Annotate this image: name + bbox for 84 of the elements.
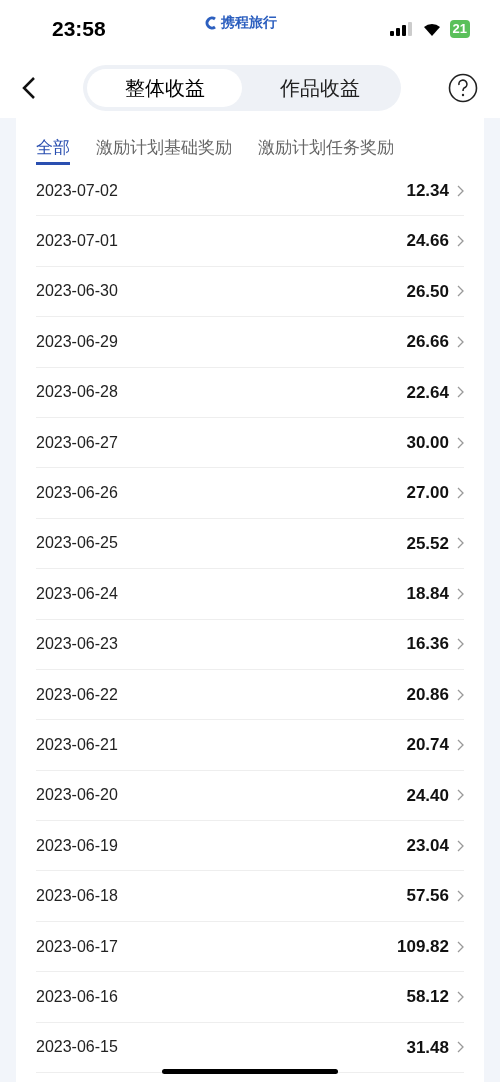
amount-text: 16.36	[406, 633, 449, 656]
segment-tab[interactable]: 作品收益	[242, 69, 397, 107]
income-row[interactable]: 2023-06-27 30.00	[36, 417, 464, 469]
filter-tab[interactable]: 全部	[36, 136, 70, 165]
amount-text: 24.66	[406, 230, 449, 253]
help-icon[interactable]	[448, 73, 478, 103]
date-text: 2023-06-16	[36, 986, 118, 1007]
date-text: 2023-07-01	[36, 231, 118, 252]
amount-text: 22.64	[406, 381, 449, 404]
date-text: 2023-06-22	[36, 684, 118, 705]
chevron-icon	[457, 638, 464, 651]
amount-text: 25.52	[406, 532, 449, 555]
chevron-icon	[457, 537, 464, 550]
chevron-icon	[457, 1041, 464, 1054]
app-label: 携程旅行	[221, 13, 277, 32]
status-time: 23:58	[52, 16, 106, 43]
date-text: 2023-06-27	[36, 432, 118, 453]
date-text: 2023-06-19	[36, 835, 118, 856]
income-row[interactable]: 2023-06-19 23.04	[36, 821, 464, 872]
chevron-icon	[457, 487, 464, 500]
amount-text: 31.48	[406, 1036, 449, 1059]
date-text: 2023-06-20	[36, 785, 118, 806]
signal-icon	[389, 22, 414, 36]
date-text: 2023-07-02	[36, 180, 118, 201]
chevron-icon	[457, 587, 464, 600]
chevron-icon	[457, 940, 464, 953]
date-text: 2023-06-30	[36, 281, 118, 302]
chevron-icon	[457, 688, 464, 701]
income-row[interactable]: 2023-06-24 18.84	[36, 569, 464, 620]
amount-text: 30.00	[406, 431, 449, 454]
filter-tab[interactable]: 激励计划基础奖励	[96, 136, 232, 160]
battery-icon: 21	[449, 20, 470, 38]
income-row[interactable]: 2023-06-30 26.50	[36, 266, 464, 318]
date-text: 2023-06-17	[36, 936, 118, 957]
amount-text: 57.56	[406, 885, 449, 908]
date-text: 2023-06-15	[36, 1037, 118, 1058]
date-text: 2023-06-21	[36, 735, 118, 755]
amount-text: 24.40	[406, 784, 449, 807]
app-logo-icon	[204, 15, 218, 30]
chevron-icon	[457, 184, 464, 197]
date-text: 2023-06-29	[36, 331, 118, 352]
chevron-icon	[457, 890, 464, 903]
back-icon[interactable]	[22, 76, 36, 100]
income-row[interactable]: 2023-06-25 25.52	[36, 518, 464, 570]
amount-text: 12.34	[406, 179, 449, 202]
income-row[interactable]: 2023-06-17 109.82	[36, 921, 464, 973]
chevron-icon	[457, 386, 464, 399]
amount-text: 26.50	[406, 280, 449, 303]
chevron-icon	[457, 739, 464, 751]
income-row[interactable]: 2023-06-23 16.36	[36, 619, 464, 670]
amount-text: 20.86	[406, 683, 449, 706]
amount-text: 58.12	[406, 986, 449, 1009]
amount-text: 18.84	[406, 583, 449, 606]
date-text: 2023-06-23	[36, 634, 118, 655]
income-row[interactable]: 2023-06-26 27.00	[36, 468, 464, 519]
chevron-icon	[457, 436, 464, 449]
date-text: 2023-06-26	[36, 483, 118, 504]
income-row[interactable]: 2023-06-28 22.64	[36, 367, 464, 418]
income-row[interactable]: 2023-06-20 24.40	[36, 770, 464, 822]
amount-text: 23.04	[406, 835, 449, 857]
date-text: 2023-06-28	[36, 382, 118, 403]
income-row[interactable]: 2023-06-22 20.86	[36, 669, 464, 721]
income-row[interactable]: 2023-06-18 57.56	[36, 871, 464, 922]
filter-tab[interactable]: 激励计划任务奖励	[258, 136, 394, 160]
income-row[interactable]: 2023-06-29 26.66	[36, 317, 464, 368]
chevron-icon	[457, 285, 464, 298]
chevron-icon	[457, 990, 464, 1003]
income-row[interactable]: 2023-06-16 58.12	[36, 972, 464, 1023]
date-text: 2023-06-25	[36, 533, 118, 554]
income-row[interactable]: 2023-06-21 20.74	[36, 720, 464, 771]
segment-tab[interactable]: 整体收益	[87, 69, 242, 107]
amount-text: 27.00	[406, 482, 449, 505]
chevron-icon	[457, 235, 464, 248]
income-row[interactable]: 2023-07-01 24.66	[36, 216, 464, 267]
chevron-icon	[457, 335, 464, 348]
amount-text: 109.82	[397, 935, 449, 958]
amount-text: 20.74	[406, 734, 449, 757]
income-row[interactable]: 2023-07-02 12.34	[36, 166, 464, 217]
chevron-icon	[457, 789, 464, 802]
chevron-icon	[457, 839, 464, 852]
date-text: 2023-06-24	[36, 583, 118, 604]
amount-text: 26.66	[406, 331, 449, 354]
date-text: 2023-06-18	[36, 886, 118, 907]
wifi-icon	[421, 22, 442, 36]
